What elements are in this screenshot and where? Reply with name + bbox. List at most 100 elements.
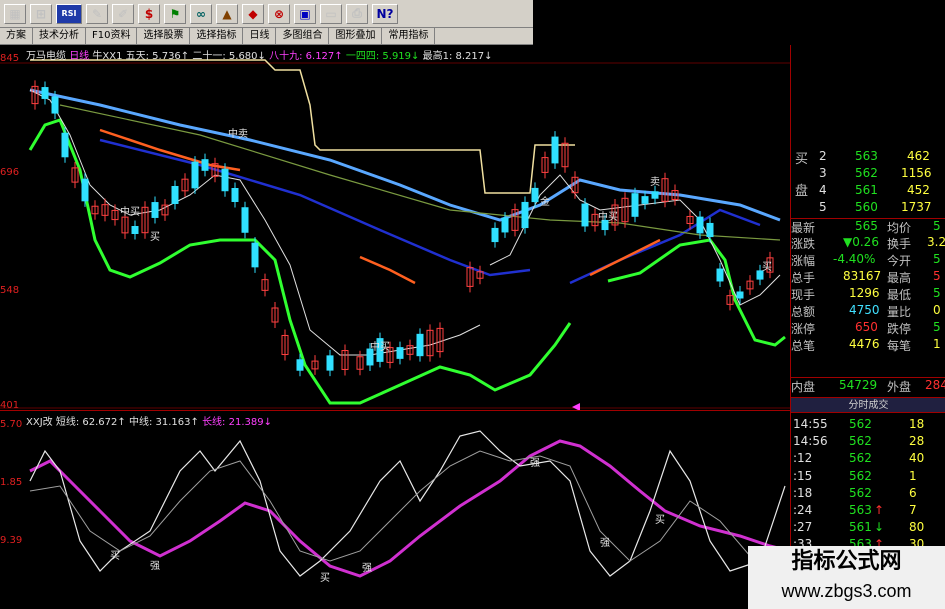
ma-orange-line xyxy=(589,238,661,277)
rsi-icon[interactable]: RSI xyxy=(56,3,82,24)
menu-technical-analysis[interactable]: 技术分析 xyxy=(33,28,86,44)
osc-signal-marker: 强 xyxy=(362,562,372,574)
signal-marker: 买 xyxy=(150,231,160,243)
table-icon[interactable]: ▦ xyxy=(4,3,26,24)
osc-name: XXJ改 xyxy=(26,417,53,428)
stat-value: 5 xyxy=(933,286,941,300)
signal-marker: 中买 xyxy=(598,210,618,223)
order-book-row: 2 563 462 xyxy=(791,149,945,165)
tick-price: 562 xyxy=(849,451,872,466)
candle-body xyxy=(581,203,589,227)
pencil-icon[interactable]: ✐ xyxy=(112,3,134,24)
mountain-icon[interactable]: ▲ xyxy=(216,3,238,24)
menu-multi-chart[interactable]: 多图组合 xyxy=(276,28,330,44)
tick-volume: 7 xyxy=(909,503,917,517)
book-volume: 1156 xyxy=(901,166,932,180)
candle-body xyxy=(171,185,179,205)
candle-body xyxy=(521,201,529,229)
tick-time: :24 xyxy=(793,503,813,517)
candle-body xyxy=(41,87,49,99)
stat-value: 83167 xyxy=(843,269,882,283)
ma-orange-line xyxy=(359,255,416,285)
tick-row: :24 563 ↑ 7 xyxy=(791,503,945,519)
menu-daily[interactable]: 日线 xyxy=(243,28,277,44)
book-volume: 1737 xyxy=(901,200,932,214)
dollar-icon[interactable]: $ xyxy=(138,3,160,24)
candle-body xyxy=(251,242,259,268)
signal-marker: 金 xyxy=(540,195,550,208)
book-level: 2 xyxy=(819,149,827,163)
menu-common-indicator[interactable]: 常用指标 xyxy=(382,28,436,44)
grid-icon[interactable]: ⊞ xyxy=(30,3,52,24)
osc-y-tick: 5.70 xyxy=(0,419,23,430)
tick-time: 14:56 xyxy=(793,434,828,449)
order-book-row: 5 560 1737 xyxy=(791,200,945,216)
book-level: 3 xyxy=(819,166,827,180)
stat-label: 最新 xyxy=(791,221,816,235)
printer-icon[interactable]: ⎙ xyxy=(346,3,368,24)
stat-value: 1296 xyxy=(849,286,880,300)
stat-row: 总额 4750 量比 0 xyxy=(791,303,945,319)
watermark-url: www.zbgs3.com xyxy=(781,581,912,601)
stat-value: 54729 xyxy=(839,378,878,392)
stat-value: -4.40% xyxy=(833,252,876,266)
stat-label: 最高 xyxy=(887,271,912,285)
menu-scheme[interactable]: 方案 xyxy=(0,28,33,44)
stat-row: 现手 1296 最低 5 xyxy=(791,286,945,302)
stat-value: 284 xyxy=(925,378,945,392)
flag-icon[interactable]: ⚑ xyxy=(164,3,186,24)
stat-label: 今开 xyxy=(887,254,912,268)
tick-time: :12 xyxy=(793,451,813,466)
candlestick-svg[interactable]: 中卖中买买中买金卖中买买 xyxy=(0,45,790,411)
eraser-icon[interactable]: ✎ xyxy=(86,3,108,24)
signal-marker: 中卖 xyxy=(228,127,248,140)
book-price: 563 xyxy=(855,149,878,163)
signal-marker: 卖 xyxy=(650,176,660,188)
oscillator-svg[interactable]: 买强买强强买强 xyxy=(0,411,791,609)
window-icon[interactable]: ▭ xyxy=(320,3,342,24)
tick-row: :18 562 6 xyxy=(791,486,945,502)
diamond-icon[interactable]: ◆ xyxy=(242,3,264,24)
candle-body xyxy=(396,347,404,359)
menu-select-indicator[interactable]: 选择指标 xyxy=(190,28,244,44)
menu-overlay[interactable]: 图形叠加 xyxy=(329,28,383,44)
lower-band-line xyxy=(607,238,786,347)
menu-f10[interactable]: F10资料 xyxy=(86,28,138,44)
tick-price: 562 xyxy=(849,485,872,500)
menu-select-stock[interactable]: 选择股票 xyxy=(137,28,191,44)
oscillator-chart[interactable]: 买强买强强买强 XXJ改 短线: 62.672↑ 中线: 31.163↑ 长线:… xyxy=(0,410,791,609)
tick-time: 14:55 xyxy=(793,417,828,431)
stat-label: 换手 xyxy=(887,237,912,251)
help-icon[interactable]: N? xyxy=(372,3,398,24)
ma-olive-line xyxy=(59,104,781,241)
y-tick: 845 xyxy=(0,53,20,64)
osc-legend-item: 短线: 62.672↑ xyxy=(55,417,126,428)
stat-label: 量比 xyxy=(887,305,912,319)
candle-body xyxy=(81,178,89,202)
chart-icon[interactable]: ▣ xyxy=(294,3,316,24)
signal-marker: 买 xyxy=(762,261,772,273)
stat-value: 0 xyxy=(933,303,941,317)
osc-signal-marker: 强 xyxy=(150,560,160,572)
stat-row: 内盘 54729 外盘 284 xyxy=(791,377,945,394)
tick-list-title[interactable]: 分时成交 xyxy=(791,397,945,413)
candle-body xyxy=(131,225,139,235)
binoculars-icon[interactable]: ∞ xyxy=(190,3,212,24)
tick-volume: 6 xyxy=(909,485,917,500)
candle-body xyxy=(491,227,499,243)
stat-label: 现手 xyxy=(791,288,816,302)
stat-label: 跌停 xyxy=(887,322,912,336)
alarm-icon[interactable]: ⊗ xyxy=(268,3,290,24)
candle-body xyxy=(641,196,649,204)
up-arrow-icon: ↑ xyxy=(874,503,885,517)
stat-value: 5 xyxy=(933,269,941,283)
candle-body xyxy=(706,222,714,238)
legend-item: 八十九: 6.127↑ xyxy=(269,51,343,62)
book-price: 560 xyxy=(855,200,878,214)
stat-value: 1 xyxy=(933,337,941,351)
stat-value: ▼0.26 xyxy=(843,235,879,249)
candlestick-chart[interactable]: 中卖 中买买中买金卖中买买 万马电缆 日线 牛XX1 五天: 5.736↑ 二十一… xyxy=(0,45,790,411)
book-price: 561 xyxy=(855,183,878,197)
candle-body xyxy=(296,359,304,371)
candle-body xyxy=(61,132,69,158)
